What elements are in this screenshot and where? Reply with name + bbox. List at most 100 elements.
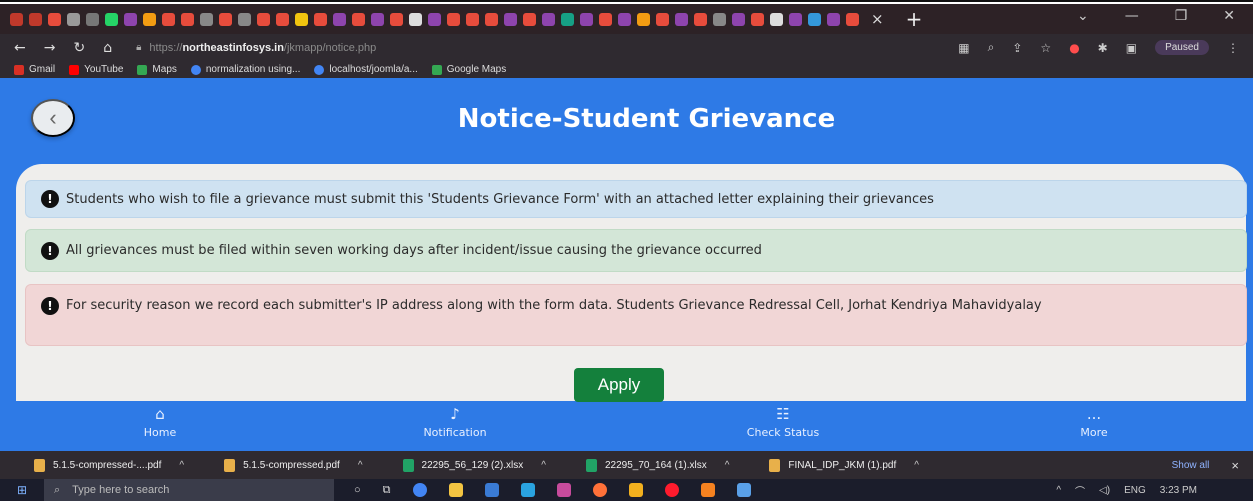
bookmark-youtube[interactable]: YouTube <box>69 64 123 75</box>
puzzle-icon[interactable]: ✱ <box>1098 41 1108 55</box>
menu-kebab-icon[interactable]: ⋮ <box>1227 41 1239 55</box>
home-icon[interactable]: ⌂ <box>103 40 112 56</box>
tab-favicon[interactable] <box>371 12 384 26</box>
tab-favicon[interactable] <box>352 12 365 26</box>
tab-favicon[interactable] <box>770 12 783 26</box>
tab-favicon[interactable] <box>143 12 156 26</box>
app-icon[interactable] <box>556 483 571 497</box>
nav-more[interactable]: ... More <box>1024 405 1164 439</box>
tab-favicon[interactable] <box>618 12 631 26</box>
chevron-up-icon[interactable]: ^ <box>914 460 919 471</box>
download-item[interactable]: 5.1.5-compressed.pdf ^ <box>224 458 363 472</box>
download-item[interactable]: 5.1.5-compressed-....pdf ^ <box>34 458 184 472</box>
firefox-icon[interactable] <box>592 483 607 497</box>
nav-notification[interactable]: ♪ Notification <box>385 405 525 439</box>
volume-icon[interactable]: ◁) <box>1099 485 1110 496</box>
app-icon[interactable] <box>736 483 751 497</box>
side-panel-icon[interactable]: ▣ <box>1126 41 1137 55</box>
tab-favicon[interactable] <box>561 12 574 26</box>
bookmark-star-icon[interactable]: ☆ <box>1040 41 1051 55</box>
tab-favicon[interactable] <box>390 12 403 26</box>
zoom-icon[interactable]: ⌕ <box>988 40 995 55</box>
chevron-up-icon[interactable]: ^ <box>1056 485 1061 496</box>
tab-favicon[interactable] <box>827 12 840 26</box>
tab-favicon[interactable] <box>447 12 460 26</box>
bookmark-gmail[interactable]: Gmail <box>14 64 55 75</box>
reload-icon[interactable]: ↻ <box>73 40 85 56</box>
tab-favicon[interactable] <box>86 12 99 26</box>
tab-favicon[interactable] <box>48 12 61 26</box>
share-icon[interactable]: ⇪ <box>1012 41 1022 55</box>
file-explorer-icon[interactable] <box>448 483 463 497</box>
nav-home[interactable]: ⌂ Home <box>90 405 230 439</box>
nav-check-status[interactable]: ☷ Check Status <box>713 405 853 439</box>
tab-favicon[interactable] <box>504 12 517 26</box>
tab-favicon[interactable] <box>599 12 612 26</box>
tab-favicon[interactable] <box>29 12 42 26</box>
tab-favicon[interactable] <box>751 12 764 26</box>
tab-favicon[interactable] <box>295 12 308 26</box>
download-item[interactable]: FINAL_IDP_JKM (1).pdf ^ <box>769 458 919 472</box>
tab-favicon[interactable] <box>846 12 859 26</box>
bookmark-normalization[interactable]: normalization using... <box>190 64 300 75</box>
app-icon[interactable] <box>628 483 643 497</box>
download-item[interactable]: 22295_56_129 (2).xlsx ^ <box>402 458 546 472</box>
tab-favicon[interactable] <box>162 12 175 26</box>
tab-favicon[interactable] <box>808 12 821 26</box>
tab-favicon[interactable] <box>257 12 270 26</box>
language-indicator[interactable]: ENG <box>1124 485 1146 496</box>
taskbar-search-input[interactable]: ⌕ Type here to search <box>44 479 334 501</box>
store-icon[interactable] <box>520 483 535 497</box>
windows-start-icon[interactable]: ⊞ <box>0 483 44 497</box>
bookmark-google-maps[interactable]: Google Maps <box>431 64 506 75</box>
network-icon[interactable]: ⌒ <box>1075 483 1085 498</box>
tab-favicon[interactable] <box>200 12 213 26</box>
app-icon[interactable] <box>484 483 499 497</box>
tab-favicon[interactable] <box>314 12 327 26</box>
tab-favicon[interactable] <box>181 12 194 26</box>
profile-paused-button[interactable]: Paused <box>1155 40 1209 55</box>
bookmark-localhost[interactable]: localhost/joomla/a... <box>314 64 418 75</box>
close-window-icon[interactable]: ✕ <box>1223 8 1235 24</box>
tab-favicon[interactable] <box>238 12 251 26</box>
tab-favicon[interactable] <box>580 12 593 26</box>
url-field[interactable]: 🔒︎ https:// northeastinfosys.in /jkmapp/… <box>136 42 376 54</box>
tab-favicon[interactable] <box>466 12 479 26</box>
close-icon[interactable]: × <box>1231 458 1239 473</box>
chevron-up-icon[interactable]: ^ <box>725 460 730 471</box>
tab-favicon[interactable] <box>428 12 441 26</box>
bookmark-maps[interactable]: Maps <box>137 64 177 75</box>
tab-favicon[interactable] <box>485 12 498 26</box>
tab-favicon[interactable] <box>276 12 289 26</box>
tab-favicon[interactable] <box>67 12 80 26</box>
back-button[interactable]: ‹ <box>31 99 75 137</box>
minimize-icon[interactable]: — <box>1125 8 1139 24</box>
tab-favicon[interactable] <box>694 12 707 26</box>
chevron-up-icon[interactable]: ^ <box>179 460 184 471</box>
extension-icon[interactable]: ● <box>1069 41 1079 55</box>
chevron-up-icon[interactable]: ^ <box>358 460 363 471</box>
forward-arrow-icon[interactable]: → <box>44 40 56 56</box>
download-item[interactable]: 22295_70_164 (1).xlsx ^ <box>585 458 730 472</box>
translate-icon[interactable]: ▦ <box>958 41 969 55</box>
tab-favicon[interactable] <box>713 12 726 26</box>
back-arrow-icon[interactable]: ← <box>14 40 26 56</box>
app-icon[interactable] <box>700 483 715 497</box>
tab-favicon[interactable] <box>333 12 346 26</box>
tab-favicon[interactable] <box>124 12 137 26</box>
close-tab-icon[interactable]: × <box>871 10 884 28</box>
new-tab-button[interactable]: + <box>906 7 923 31</box>
tab-favicon[interactable] <box>409 12 422 26</box>
clock[interactable]: 3:23 PM <box>1160 485 1197 496</box>
chevron-up-icon[interactable]: ^ <box>541 460 546 471</box>
tab-favicon[interactable] <box>219 12 232 26</box>
tab-favicon[interactable] <box>732 12 745 26</box>
tab-favicons[interactable] <box>10 12 859 26</box>
show-all-link[interactable]: Show all <box>1172 460 1210 471</box>
task-view-icon[interactable]: ⧉ <box>383 484 391 497</box>
restore-icon[interactable]: ❐ <box>1175 8 1188 24</box>
tab-favicon[interactable] <box>637 12 650 26</box>
tab-favicon[interactable] <box>656 12 669 26</box>
tab-favicon[interactable] <box>105 12 118 26</box>
tab-favicon[interactable] <box>789 12 802 26</box>
